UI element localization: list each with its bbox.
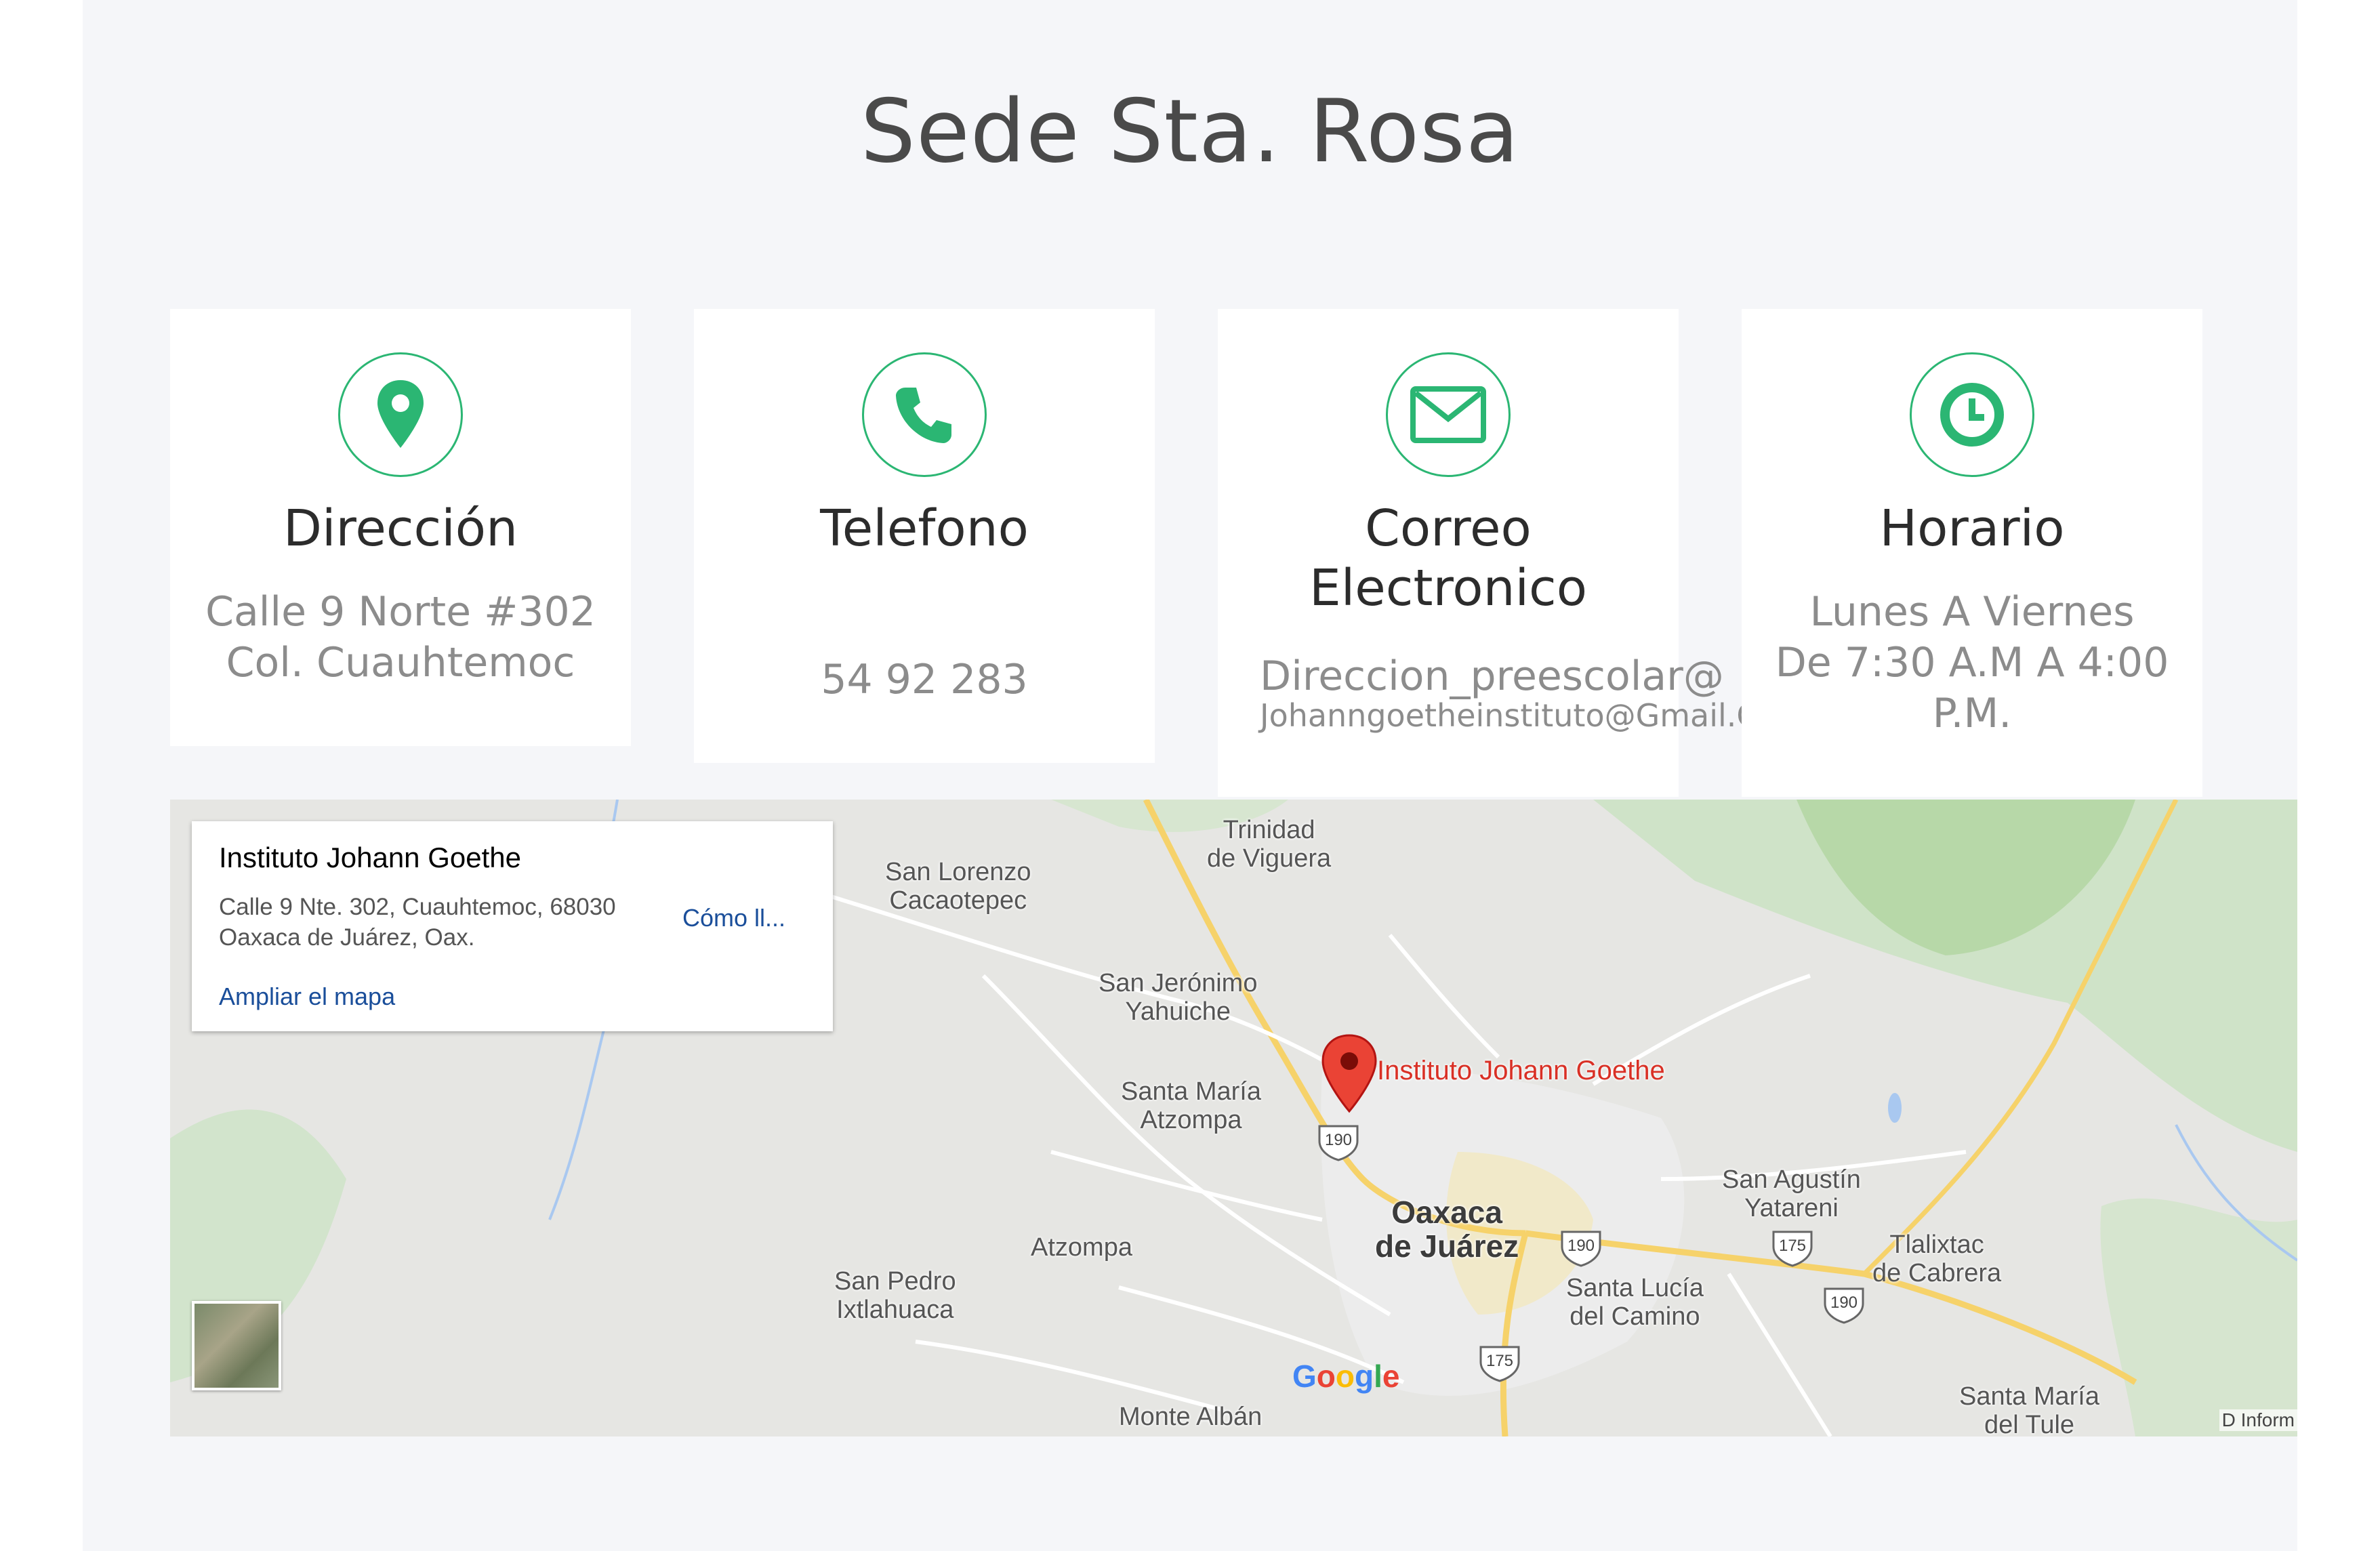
place-label-san-lorenzo: San Lorenzo Cacaotepec [885, 858, 1031, 915]
enlarge-map-link[interactable]: Ampliar el mapa [219, 983, 395, 1011]
city-label-oaxaca: Oaxaca de Juárez [1375, 1195, 1519, 1264]
place-label-trinidad: Trinidad de Viguera [1207, 816, 1332, 873]
phone-card: Telefono 54 92 283 [694, 309, 1155, 763]
phone-title: Telefono [820, 499, 1029, 558]
clock-icon [1910, 352, 2034, 477]
envelope-icon [1386, 352, 1511, 477]
email-title-line-1: Correo [1365, 499, 1532, 558]
place-address: Calle 9 Nte. 302, Cuauhtemoc, 68030 Oaxa… [219, 894, 616, 951]
place-label-san-agustin: San Agustín Yatareni [1722, 1165, 1861, 1222]
satellite-view-toggle[interactable] [192, 1301, 281, 1390]
embedded-map[interactable]: Trinidad de Viguera San Lorenzo Cacaotepec… [170, 800, 2297, 1436]
place-label-santa-maria-atzompa: Santa María Atzompa [1121, 1077, 1261, 1134]
address-line-2: Col. Cuauhtemoc [226, 639, 575, 686]
email-line-2[interactable]: Johanngoetheinstituto@Gmail.C [1260, 695, 1759, 736]
schedule-card: Horario Lunes A Viernes De 7:30 A.M A 4:… [1742, 309, 2202, 797]
map-pin-label[interactable]: Instituto Johann Goethe [1377, 1056, 1665, 1086]
place-label-san-pedro: San Pedro Ixtlahuaca [834, 1267, 956, 1324]
place-label-tlalixtac: Tlalixtac de Cabrera [1872, 1231, 2002, 1287]
place-label-monte-alban: Monte Albán [1119, 1403, 1263, 1431]
place-label-atzompa: Atzompa [1031, 1233, 1132, 1262]
schedule-line-1: Lunes A Viernes [1809, 588, 2135, 636]
email-line-1[interactable]: Direccion_preescolar@ [1260, 651, 1724, 702]
address-card: Dirección Calle 9 Norte #302 Col. Cuauht… [170, 309, 631, 746]
google-logo: Google [1292, 1359, 1400, 1394]
map-attribution[interactable]: D Inform [2219, 1409, 2297, 1431]
place-info-card: Instituto Johann Goethe Calle 9 Nte. 302… [192, 821, 833, 1031]
location-pin-icon [338, 352, 463, 477]
address-title: Dirección [283, 499, 518, 558]
directions-link[interactable]: Cómo ll... [682, 904, 785, 932]
schedule-title: Horario [1879, 499, 2065, 558]
place-label-santa-lucia: Santa Lucía del Camino [1566, 1274, 1704, 1331]
address-line-1: Calle 9 Norte #302 [205, 588, 596, 636]
schedule-line-2: De 7:30 A.M A 4:00 [1775, 639, 2169, 686]
map-pin-icon[interactable] [1319, 1033, 1380, 1114]
place-label-santa-maria-tule: Santa María del Tule [1959, 1382, 2099, 1436]
schedule-line-3: P.M. [1932, 690, 2012, 737]
place-name: Instituto Johann Goethe [219, 842, 521, 873]
email-card: Correo Electronico Direccion_preescolar@… [1218, 309, 1759, 797]
place-label-san-jeronimo: San Jerónimo Yahuiche [1099, 969, 1258, 1026]
email-title-line-2: Electronico [1309, 559, 1588, 617]
phone-icon [862, 352, 987, 477]
phone-number: 54 92 283 [821, 656, 1028, 703]
section-title: Sede Sta. Rosa [860, 81, 1520, 182]
